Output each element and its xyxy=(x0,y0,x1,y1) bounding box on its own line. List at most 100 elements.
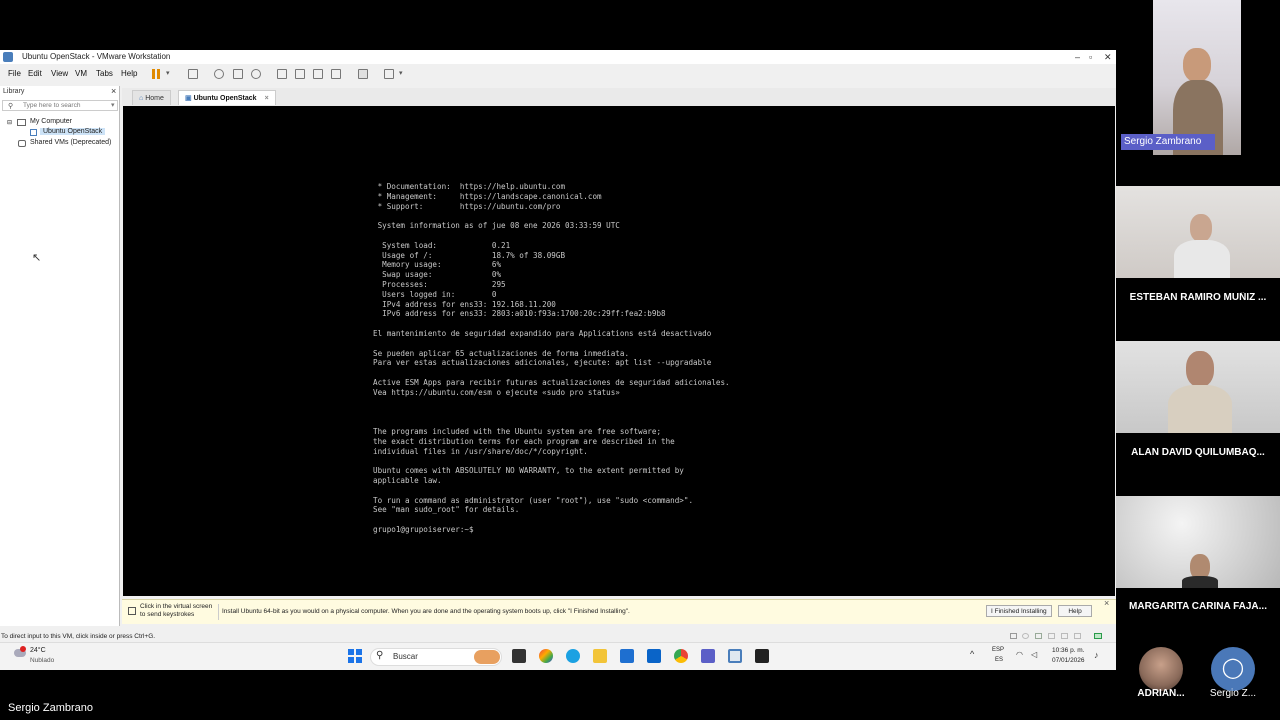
tree-my-computer[interactable]: My Computer xyxy=(30,118,72,125)
network-icon[interactable] xyxy=(1035,633,1042,639)
unity-icon[interactable] xyxy=(331,69,341,79)
send-ctrl-alt-del-icon[interactable] xyxy=(188,69,198,79)
minimize-button[interactable]: – xyxy=(1075,50,1080,64)
search-highlight-icon[interactable] xyxy=(474,650,500,664)
volume-icon[interactable]: ◁ xyxy=(1031,650,1037,659)
collapse-icon[interactable]: ⊟ xyxy=(7,119,12,126)
pause-icon-bar xyxy=(157,69,160,79)
close-button[interactable]: ✕ xyxy=(1104,50,1112,64)
tab-ubuntu-openstack[interactable]: ▣ Ubuntu OpenStack × xyxy=(178,90,276,105)
notification-bell-icon[interactable]: ♪ xyxy=(1094,650,1099,660)
language-indicator[interactable]: ESP xyxy=(992,647,1004,653)
sound-icon[interactable] xyxy=(1061,633,1068,639)
terminal-line: Users logged in: 0 xyxy=(373,289,497,299)
maximize-button[interactable]: ▫ xyxy=(1089,50,1092,64)
windows-start-icon[interactable] xyxy=(348,649,362,663)
terminal-line: Se pueden aplicar 65 actualizaciones de … xyxy=(373,348,630,358)
terminal-line: Ubuntu comes with ABSOLUTELY NO WARRANTY… xyxy=(373,466,684,476)
windows-taskbar: 24°C Nublado ⚲ Buscar ^ ESP ES ◠ ◁ 10:36… xyxy=(0,642,1116,670)
outlook-icon[interactable] xyxy=(647,649,661,663)
revert-snapshot-icon[interactable] xyxy=(233,69,243,79)
library-panel: Library × ⚲ Type here to search ▾ ⊟ My C… xyxy=(0,86,120,626)
participant-name-sergio-z: Sergio Z... xyxy=(1209,688,1257,699)
tab-bar: ⌂ Home ▣ Ubuntu OpenStack × xyxy=(122,88,1116,106)
terminal-line: Processes: 295 xyxy=(373,279,506,289)
printer-icon[interactable] xyxy=(1074,633,1081,639)
teams-icon[interactable] xyxy=(701,649,715,663)
wifi-icon[interactable]: ◠ xyxy=(1016,650,1023,659)
menu-help[interactable]: Help xyxy=(121,69,137,78)
close-icon[interactable]: × xyxy=(111,86,116,96)
menu-file[interactable]: File xyxy=(8,69,21,78)
chevron-down-icon[interactable]: ▾ xyxy=(111,101,115,111)
file-explorer-icon[interactable] xyxy=(593,649,607,663)
computer-icon xyxy=(17,119,26,126)
edge-icon[interactable] xyxy=(566,649,580,663)
tree-shared-vms[interactable]: Shared VMs (Deprecated) xyxy=(30,139,111,146)
vmware-app-icon xyxy=(3,52,13,62)
menu-tabs[interactable]: Tabs xyxy=(96,69,113,78)
menu-vm[interactable]: VM xyxy=(75,69,87,78)
participant-face xyxy=(1190,214,1212,242)
participant-video-esteban[interactable] xyxy=(1116,186,1280,278)
divider xyxy=(218,604,219,620)
snapshot-icon[interactable] xyxy=(214,69,224,79)
display-icon[interactable] xyxy=(1094,633,1102,639)
stretch-icon[interactable] xyxy=(384,69,394,79)
user-avatar-icon[interactable]: ◯ xyxy=(1211,647,1255,691)
vmware-window: Ubuntu OpenStack - VMware Workstation – … xyxy=(0,50,1116,642)
library-search-input[interactable]: ⚲ Type here to search ▾ xyxy=(2,100,118,111)
weather-desc: Nublado xyxy=(30,657,55,664)
participant-avatar-adrian[interactable] xyxy=(1139,647,1183,691)
snapshot-manager-icon[interactable] xyxy=(251,69,261,79)
help-button[interactable]: Help xyxy=(1058,605,1092,617)
menu-view[interactable]: View xyxy=(51,69,68,78)
thumbnail-bar-icon[interactable] xyxy=(295,69,305,79)
participant-body xyxy=(1182,576,1218,588)
terminal-line: Swap usage: 0% xyxy=(373,270,502,280)
status-bar: To direct input to this VM, click inside… xyxy=(0,631,1116,642)
close-icon[interactable]: × xyxy=(1104,598,1109,608)
participant-body xyxy=(1168,385,1232,433)
full-screen-icon[interactable] xyxy=(313,69,323,79)
vmware-taskbar-icon[interactable] xyxy=(728,649,742,663)
participant-video-alan[interactable] xyxy=(1116,341,1280,433)
vm-icon: ▣ xyxy=(185,95,194,102)
copilot-icon[interactable] xyxy=(539,649,553,663)
pause-icon[interactable] xyxy=(152,69,155,79)
menu-edit[interactable]: Edit xyxy=(28,69,42,78)
hdd-icon[interactable] xyxy=(1010,633,1017,639)
clock-date[interactable]: 07/01/2026 xyxy=(1052,657,1085,664)
chevron-down-icon[interactable]: ▾ xyxy=(166,69,170,77)
participant-face xyxy=(1183,48,1211,82)
tab-home[interactable]: ⌂ Home xyxy=(132,90,171,105)
participant-video-margarita[interactable] xyxy=(1116,496,1280,588)
terminal-line: * Management: https://landscape.canonica… xyxy=(373,191,602,201)
clock-time[interactable]: 10:36 p. m. xyxy=(1052,647,1085,654)
chevron-up-icon[interactable]: ^ xyxy=(970,649,974,659)
keyboard-layout[interactable]: ES xyxy=(995,657,1003,663)
chevron-down-icon[interactable]: ▾ xyxy=(399,69,403,77)
chrome-icon[interactable] xyxy=(674,649,688,663)
participant-video-sergio[interactable] xyxy=(1153,0,1241,155)
show-library-icon[interactable] xyxy=(277,69,287,79)
vm-console[interactable]: * Documentation: https://help.ubuntu.com… xyxy=(123,106,1115,596)
store-icon[interactable] xyxy=(620,649,634,663)
cd-icon[interactable] xyxy=(1022,633,1029,639)
finished-installing-button[interactable]: I Finished Installing xyxy=(986,605,1052,617)
usb-icon[interactable] xyxy=(1048,633,1055,639)
console-view-icon[interactable] xyxy=(358,69,368,79)
task-view-icon[interactable] xyxy=(512,649,526,663)
terminal-line: El mantenimiento de seguridad expandido … xyxy=(373,328,712,338)
tree-ubuntu-openstack[interactable]: Ubuntu OpenStack xyxy=(40,128,106,135)
close-icon[interactable]: × xyxy=(265,95,269,102)
terminal-line: the exact distribution terms for each pr… xyxy=(373,436,675,446)
terminal-line: Memory usage: 6% xyxy=(373,260,502,270)
terminal-icon[interactable] xyxy=(755,649,769,663)
